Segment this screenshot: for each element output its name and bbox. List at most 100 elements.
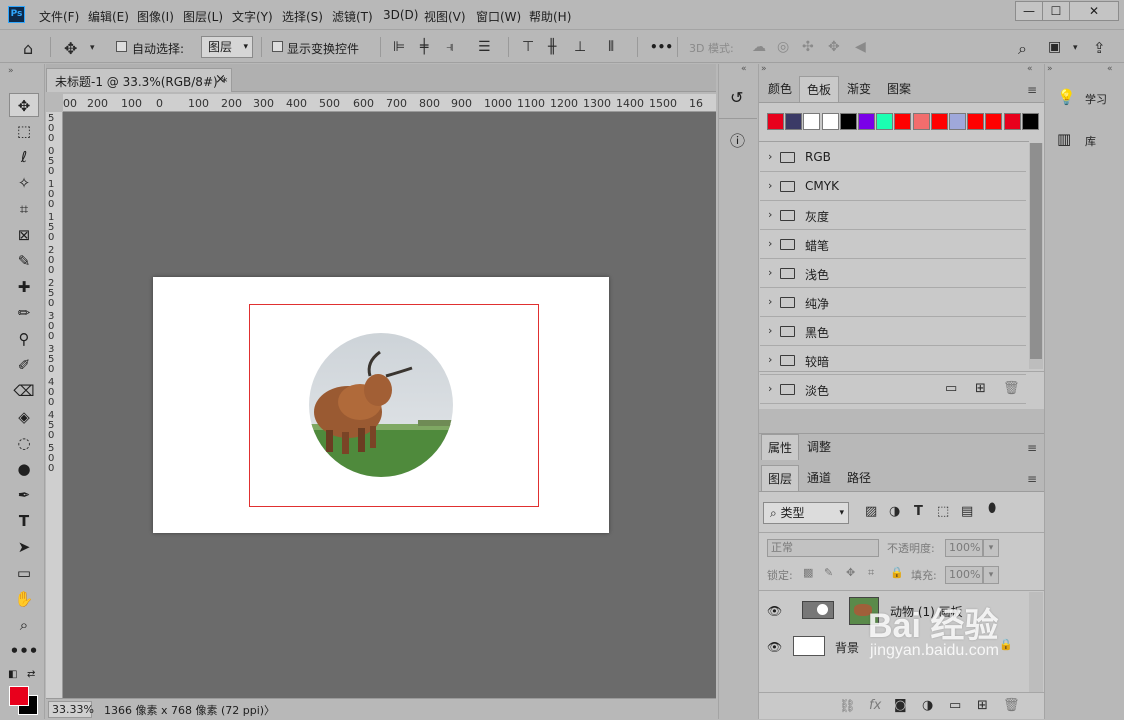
minimize-button[interactable]: — — [1015, 1, 1043, 21]
scrollbar-track[interactable] — [1029, 592, 1043, 692]
color-swatch[interactable] — [949, 113, 966, 130]
swatch-group-row[interactable]: › CMYK — [760, 172, 1026, 201]
close-tab-icon[interactable]: × — [215, 72, 226, 87]
color-swatch[interactable] — [1021, 113, 1039, 130]
menu-help[interactable]: 帮助(H) — [529, 8, 571, 25]
info-menu-arrow[interactable]: 〉 — [264, 702, 275, 718]
zoom-field[interactable]: 33.33% — [48, 701, 94, 718]
visibility-eye-icon[interactable]: 👁 — [767, 604, 782, 618]
filter-type-icon[interactable]: T — [914, 504, 923, 519]
swatch-group-row[interactable]: › 黑色 — [760, 317, 1026, 346]
expand-icon[interactable]: « — [741, 64, 747, 74]
align-right-icon[interactable]: ⫣ — [446, 39, 454, 55]
lock-transparent-icon[interactable]: ▩ — [803, 566, 813, 579]
drag-3d-icon[interactable]: ✣ — [802, 39, 814, 55]
canvas-workspace[interactable] — [63, 112, 716, 698]
tab-layers[interactable]: 图层 — [761, 465, 799, 491]
color-swatch[interactable] — [967, 113, 985, 130]
color-swatch[interactable] — [985, 113, 1003, 130]
lasso-tool-icon[interactable]: ℓ — [9, 145, 39, 169]
close-window-button[interactable]: ✕ — [1069, 1, 1119, 21]
eraser-tool-icon[interactable]: ⌫ — [9, 379, 39, 403]
marquee-tool-icon[interactable]: ⬚ — [9, 119, 39, 143]
filter-pixel-icon[interactable]: ▨ — [865, 504, 877, 519]
roll-3d-icon[interactable]: ◎ — [777, 39, 789, 55]
swatch-group-row[interactable]: › 灰度 — [760, 201, 1026, 230]
show-transform-checkbox[interactable] — [272, 41, 283, 52]
menu-window[interactable]: 窗口(W) — [476, 8, 521, 25]
magic-wand-tool-icon[interactable]: ✧ — [9, 171, 39, 195]
color-swatch[interactable] — [876, 113, 894, 130]
camera-3d-icon[interactable]: ◀ — [855, 39, 866, 55]
chevron-right-icon[interactable]: › — [768, 353, 772, 366]
filter-adjustment-icon[interactable]: ◑ — [889, 504, 900, 519]
chevron-down-icon[interactable]: ▾ — [1073, 43, 1078, 53]
adjustment-layer-icon[interactable]: ◑ — [922, 698, 933, 713]
link-layers-icon[interactable]: ⛓ — [839, 699, 856, 714]
path-selection-tool-icon[interactable]: ➤ — [9, 535, 39, 559]
rectangle-tool-icon[interactable]: ▭ — [9, 561, 39, 585]
panel-menu-icon[interactable]: ≡ — [1027, 472, 1037, 486]
frame-tool-icon[interactable]: ⊠ — [9, 223, 39, 247]
history-brush-tool-icon[interactable]: ✐ — [9, 353, 39, 377]
animal-image[interactable] — [308, 332, 454, 478]
auto-select-checkbox[interactable] — [116, 41, 127, 52]
slide-3d-icon[interactable]: ✥ — [828, 39, 840, 55]
search-icon[interactable]: ⌕ — [1018, 39, 1027, 59]
paint-bucket-tool-icon[interactable]: ◈ — [9, 405, 39, 429]
align-vcenter-icon[interactable]: ╫ — [548, 39, 556, 55]
move-tool-icon[interactable]: ✥ — [64, 39, 77, 58]
layer-name[interactable]: 背景 — [835, 639, 859, 656]
color-swatch[interactable] — [894, 113, 912, 130]
menu-filter[interactable]: 滤镜(T) — [332, 8, 373, 25]
history-panel-icon[interactable]: ↺ — [730, 88, 743, 107]
dodge-tool-icon[interactable]: ● — [9, 457, 39, 481]
filter-smart-object-icon[interactable]: ▤ — [961, 504, 973, 519]
color-swatch[interactable] — [858, 113, 875, 130]
menu-3d[interactable]: 3D(D) — [383, 8, 418, 22]
libraries-button[interactable]: ▥ 库 — [1045, 122, 1124, 156]
swatch-group-row[interactable]: › 纯净 — [760, 288, 1026, 317]
chevron-right-icon[interactable]: › — [768, 295, 772, 308]
info-panel-icon[interactable]: ⓘ — [730, 130, 745, 151]
align-hcenter-icon[interactable]: ╪ — [420, 39, 428, 55]
new-group-icon[interactable]: ▭ — [949, 698, 961, 713]
brush-tool-icon[interactable]: ✏ — [9, 301, 39, 325]
chevron-down-icon[interactable]: ▾ — [90, 43, 95, 53]
color-swatch[interactable] — [767, 113, 784, 130]
trash-icon[interactable]: 🗑 — [1003, 381, 1020, 396]
expand-icon[interactable]: « — [1107, 64, 1113, 74]
add-mask-icon[interactable]: ◙ — [894, 698, 907, 713]
new-swatch-icon[interactable]: ⊞ — [975, 381, 986, 396]
swatch-group-row[interactable]: › RGB — [760, 143, 1026, 172]
document-canvas[interactable] — [153, 277, 609, 533]
filter-shape-icon[interactable]: ⬚ — [937, 504, 949, 519]
color-swatch[interactable] — [785, 113, 803, 130]
default-colors-icon[interactable]: ◧ — [8, 669, 17, 680]
trash-icon[interactable]: 🗑 — [1003, 698, 1020, 713]
opacity-input[interactable]: 100% — [945, 539, 983, 557]
chevron-right-icon[interactable]: › — [768, 266, 772, 279]
eyedropper-tool-icon[interactable]: ✎ — [9, 249, 39, 273]
auto-select-target-dropdown[interactable]: 图层 ▾ — [201, 36, 253, 58]
zoom-tool-icon[interactable]: ⌕ — [9, 613, 39, 637]
tab-color[interactable]: 颜色 — [761, 76, 799, 102]
tab-channels[interactable]: 通道 — [799, 465, 839, 491]
tab-swatches[interactable]: 色板 — [799, 76, 839, 102]
collapse-icon[interactable]: » — [8, 66, 14, 76]
blend-mode-dropdown[interactable]: 正常 — [767, 539, 879, 557]
maximize-button[interactable]: ☐ — [1042, 1, 1070, 21]
color-swatch[interactable] — [839, 113, 857, 130]
pen-tool-icon[interactable]: ✒ — [9, 483, 39, 507]
collapse-icon[interactable]: « — [1027, 64, 1033, 74]
fx-icon[interactable]: fx — [869, 698, 881, 713]
lock-position-icon[interactable]: ✥ — [846, 566, 855, 579]
chevron-down-icon[interactable]: ▾ — [983, 539, 999, 557]
panel-menu-icon[interactable]: ≡ — [1027, 441, 1037, 455]
new-layer-icon[interactable]: ⊞ — [977, 698, 988, 713]
share-icon[interactable]: ⇪ — [1093, 39, 1106, 57]
visibility-eye-icon[interactable]: 👁 — [767, 640, 782, 654]
edit-toolbar-icon[interactable]: ••• — [9, 639, 39, 663]
orbit-3d-icon[interactable]: ☁ — [752, 39, 766, 55]
tab-properties[interactable]: 属性 — [761, 434, 799, 460]
